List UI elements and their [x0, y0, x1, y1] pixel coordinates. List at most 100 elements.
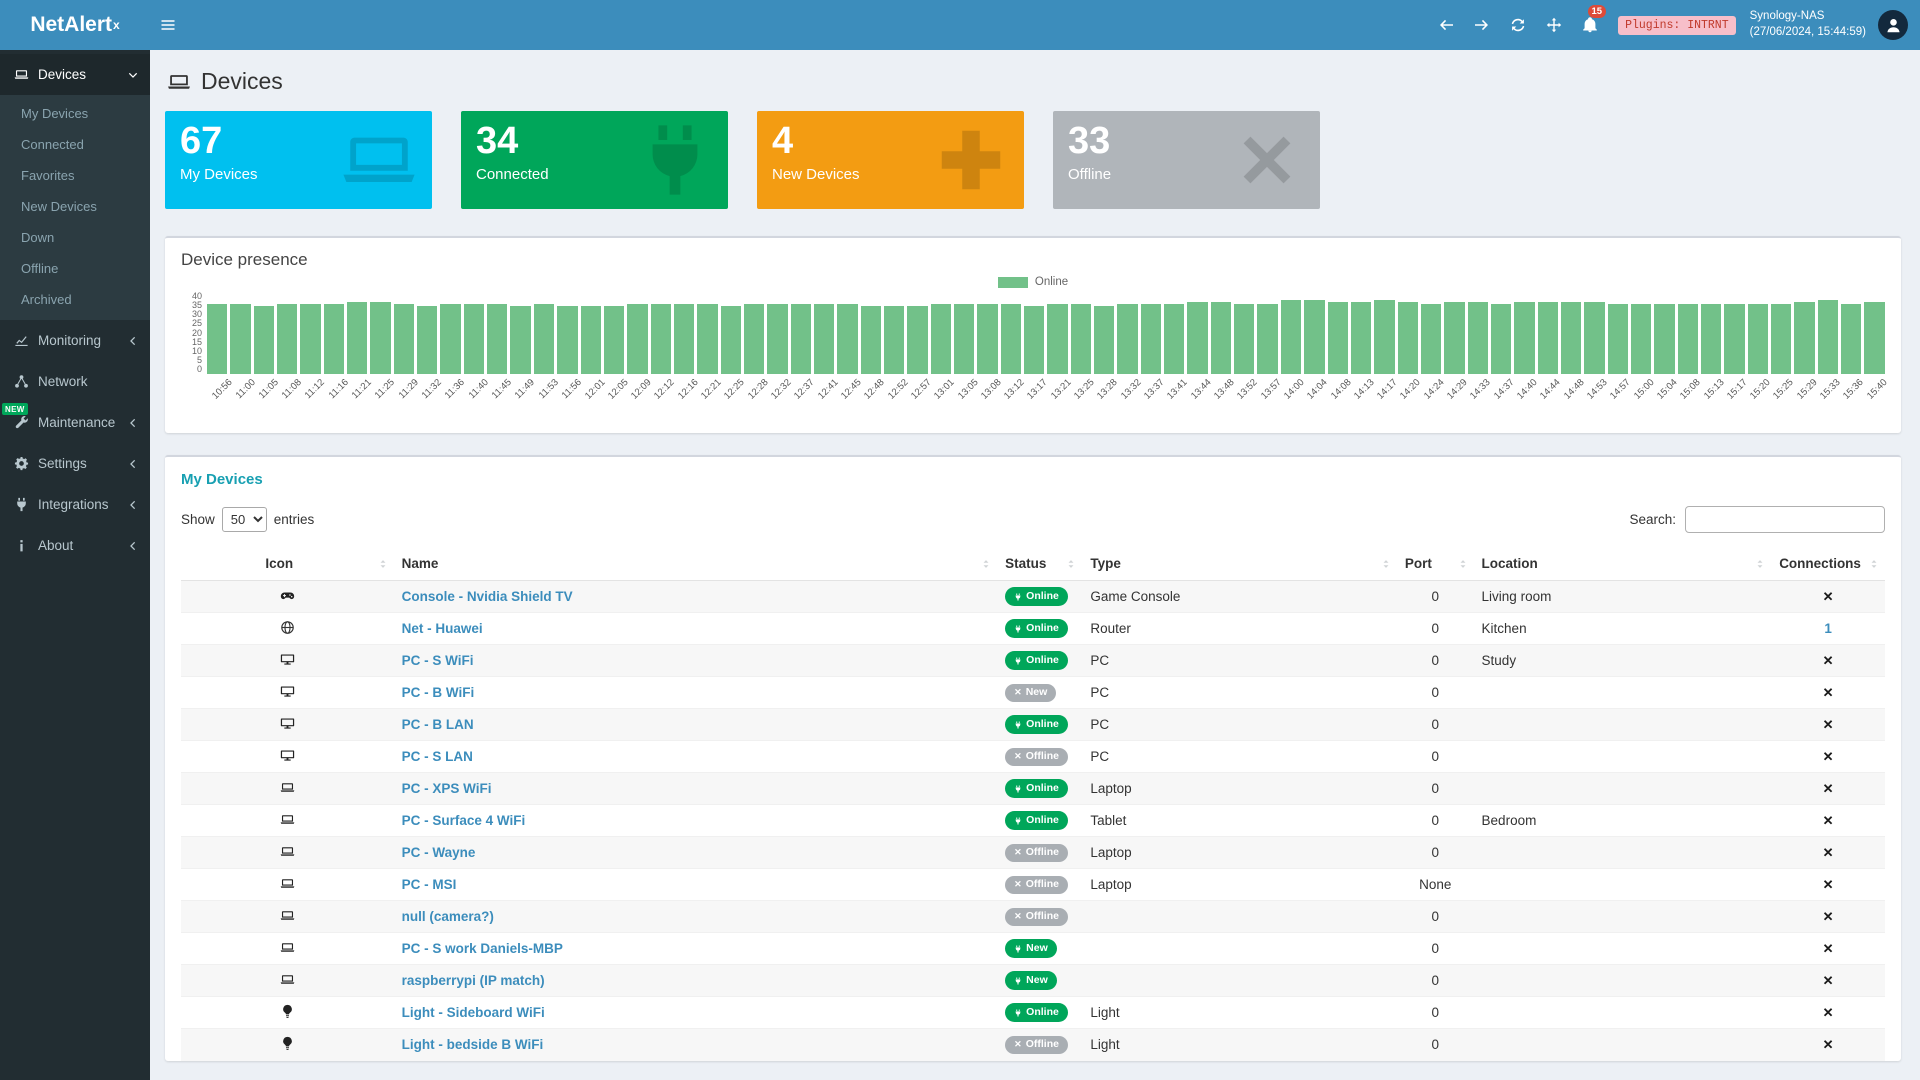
x-tick: 12:28 — [743, 377, 766, 423]
device-name-link[interactable]: Console - Nvidia Shield TV — [402, 589, 573, 604]
device-name-link[interactable]: PC - S work Daniels-MBP — [402, 941, 563, 956]
sidebar-subitem-favorites[interactable]: Favorites — [0, 160, 150, 191]
refresh-button[interactable] — [1500, 0, 1536, 50]
x-tick: 12:48 — [860, 377, 883, 423]
notifications-button[interactable]: 15 — [1572, 0, 1608, 50]
chart-bar — [347, 302, 367, 374]
sidebar-item-maintenance[interactable]: NEWMaintenance — [0, 402, 150, 443]
column-header-location[interactable]: Location — [1474, 547, 1772, 581]
desktop-icon — [280, 684, 295, 699]
connections-link[interactable]: 1 — [1824, 621, 1832, 636]
x-tick: 13:28 — [1093, 377, 1116, 423]
chart-bar — [1211, 302, 1231, 374]
sidebar-subitem-my-devices[interactable]: My Devices — [0, 98, 150, 129]
no-connections-icon[interactable]: ✕ — [1823, 589, 1834, 604]
device-row: PC - S work Daniels-MBP New 0 ✕ — [181, 933, 1885, 965]
column-header-name[interactable]: Name — [394, 547, 998, 581]
device-name-link[interactable]: Light - Sideboard WiFi — [402, 1005, 545, 1020]
no-connections-icon[interactable]: ✕ — [1823, 813, 1834, 828]
no-connections-icon[interactable]: ✕ — [1823, 1005, 1834, 1020]
no-connections-icon[interactable]: ✕ — [1823, 909, 1834, 924]
sidebar-item-devices[interactable]: Devices — [0, 54, 150, 95]
no-connections-icon[interactable]: ✕ — [1823, 653, 1834, 668]
laptop-icon — [280, 780, 295, 795]
sidebar-toggle-button[interactable] — [150, 0, 186, 50]
no-connections-icon[interactable]: ✕ — [1823, 685, 1834, 700]
x-tick: 13:12 — [1000, 377, 1023, 423]
sidebar-subitem-connected[interactable]: Connected — [0, 129, 150, 160]
sidebar-item-label: Maintenance — [38, 415, 115, 430]
chart-bar — [1561, 302, 1581, 374]
x-tick: 11:49 — [510, 377, 533, 423]
no-connections-icon[interactable]: ✕ — [1823, 877, 1834, 892]
stat-card-my-devices[interactable]: 67 My Devices — [165, 111, 432, 209]
status-badge: Online — [1005, 651, 1068, 669]
device-port: None — [1397, 869, 1474, 901]
sidebar-item-monitoring[interactable]: Monitoring — [0, 320, 150, 361]
forward-button[interactable] — [1464, 0, 1500, 50]
app-logo[interactable]: NetAlertx — [0, 0, 150, 50]
host-name: Synology-NAS — [1750, 9, 1866, 25]
no-connections-icon[interactable]: ✕ — [1823, 973, 1834, 988]
chart-bar — [1841, 304, 1861, 374]
device-name-link[interactable]: PC - Surface 4 WiFi — [402, 813, 526, 828]
no-connections-icon[interactable]: ✕ — [1823, 749, 1834, 764]
sidebar-subitem-archived[interactable]: Archived — [0, 284, 150, 315]
sidebar-item-network[interactable]: Network — [0, 361, 150, 402]
device-name-link[interactable]: null (camera?) — [402, 909, 494, 924]
chart-bar — [1584, 302, 1604, 374]
chart-bar — [1468, 302, 1488, 374]
x-tick: 11:32 — [417, 377, 440, 423]
device-type — [1082, 933, 1397, 965]
device-name-link[interactable]: PC - S WiFi — [402, 653, 474, 668]
y-tick-label: 0 — [181, 365, 202, 374]
sidebar-subitem-new-devices[interactable]: New Devices — [0, 191, 150, 222]
search-input[interactable] — [1685, 506, 1885, 533]
device-name-link[interactable]: PC - B LAN — [402, 717, 474, 732]
device-location — [1474, 837, 1772, 869]
sidebar-item-about[interactable]: About — [0, 525, 150, 566]
sidebar-item-integrations[interactable]: Integrations — [0, 484, 150, 525]
device-name-link[interactable]: PC - XPS WiFi — [402, 781, 492, 796]
status-badge: Online — [1005, 779, 1068, 797]
x-tick: 11:00 — [230, 377, 253, 423]
device-name-link[interactable]: Light - bedside B WiFi — [402, 1037, 544, 1052]
move-button[interactable] — [1536, 0, 1572, 50]
sidebar-subitem-down[interactable]: Down — [0, 222, 150, 253]
no-connections-icon[interactable]: ✕ — [1823, 941, 1834, 956]
column-header-icon[interactable]: Icon — [181, 547, 394, 581]
device-name-link[interactable]: PC - MSI — [402, 877, 457, 892]
column-header-status[interactable]: Status — [997, 547, 1082, 581]
no-connections-icon[interactable]: ✕ — [1823, 717, 1834, 732]
sidebar-subitem-offline[interactable]: Offline — [0, 253, 150, 284]
x-tick: 12:32 — [767, 377, 790, 423]
user-avatar[interactable] — [1878, 10, 1908, 40]
device-name-link[interactable]: raspberrypi (IP match) — [402, 973, 545, 988]
back-button[interactable] — [1428, 0, 1464, 50]
column-header-port[interactable]: Port — [1397, 547, 1474, 581]
plugins-status-badge[interactable]: Plugins: INTRNT — [1618, 16, 1736, 35]
device-name-link[interactable]: PC - Wayne — [402, 845, 476, 860]
device-name-link[interactable]: Net - Huawei — [402, 621, 483, 636]
column-header-connections[interactable]: Connections — [1771, 547, 1885, 581]
chart-bar — [627, 304, 647, 374]
no-connections-icon[interactable]: ✕ — [1823, 781, 1834, 796]
x-tick: 11:56 — [557, 377, 580, 423]
stat-card-offline[interactable]: 33 Offline — [1053, 111, 1320, 209]
sidebar-item-settings[interactable]: Settings — [0, 443, 150, 484]
page-length-select[interactable]: 50 — [222, 507, 267, 532]
stat-card-connected[interactable]: 34 Connected — [461, 111, 728, 209]
device-connections: ✕ — [1771, 965, 1885, 997]
x-tick: 12:21 — [697, 377, 720, 423]
device-name-link[interactable]: PC - B WiFi — [402, 685, 475, 700]
no-connections-icon[interactable]: ✕ — [1823, 1037, 1834, 1052]
status-badge: New — [1005, 971, 1057, 989]
device-name-link[interactable]: PC - S LAN — [402, 749, 473, 764]
topbar-spacer — [186, 0, 1428, 50]
no-connections-icon[interactable]: ✕ — [1823, 845, 1834, 860]
status-badge: ✕Offline — [1005, 844, 1068, 862]
chart-bar — [931, 304, 951, 374]
column-header-type[interactable]: Type — [1082, 547, 1397, 581]
device-type: Light — [1082, 1029, 1397, 1061]
stat-card-new-devices[interactable]: 4 New Devices — [757, 111, 1024, 209]
